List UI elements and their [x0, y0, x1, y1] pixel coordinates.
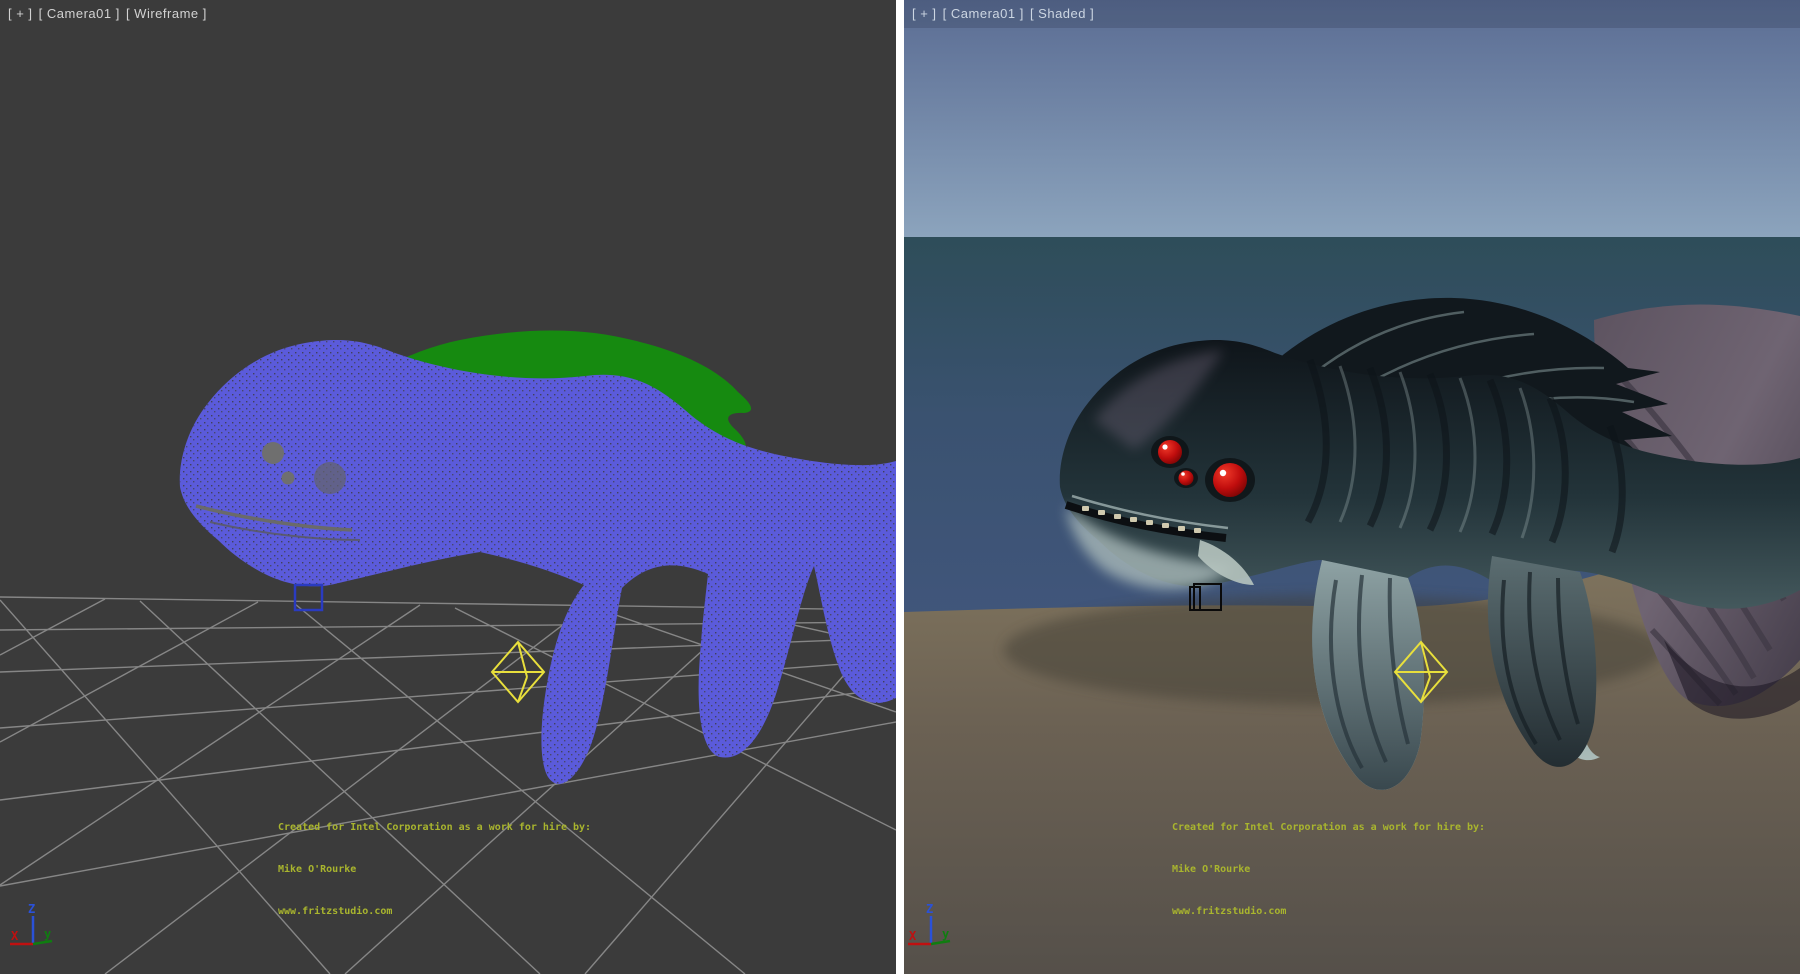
viewport-menu-general-right[interactable]: [ + ] — [912, 6, 937, 21]
wireframe-eye-large — [314, 462, 346, 494]
viewport-menu-camera-left[interactable]: [ Camera01 ] — [39, 6, 120, 21]
credit-line2-right: Mike O'Rourke — [1172, 863, 1485, 877]
axis-tripod-left: Z X y — [10, 902, 52, 944]
helper-box-left[interactable] — [295, 585, 322, 610]
credit-line3-right: www.fritzstudio.com — [1172, 905, 1485, 919]
viewport-menu-shading-left[interactable]: [ Wireframe ] — [126, 6, 207, 21]
axis-x-label-left: X — [11, 929, 19, 943]
axis-y-label-left: y — [44, 927, 51, 941]
credit-line1-left: Created for Intel Corporation as a work … — [278, 821, 591, 835]
credit-line1-right: Created for Intel Corporation as a work … — [1172, 821, 1485, 835]
credit-line2-left: Mike O'Rourke — [278, 863, 591, 877]
credit-text-right: Created for Intel Corporation as a work … — [1172, 793, 1485, 947]
viewport-menu-general-left[interactable]: [ + ] — [8, 6, 33, 21]
credit-line3-left: www.fritzstudio.com — [278, 905, 591, 919]
wireframe-eye-medium — [262, 442, 284, 464]
viewport-label-right: [ + ] [ Camera01 ] [ Shaded ] — [912, 6, 1096, 21]
viewport-splitter[interactable] — [896, 0, 904, 974]
fish-eye-medium — [1158, 440, 1182, 464]
viewport-shaded[interactable]: [ + ] [ Camera01 ] [ Shaded ] — [904, 0, 1800, 974]
wireframe-eye-small — [282, 472, 295, 485]
sky — [904, 0, 1800, 238]
viewport-menu-camera-right[interactable]: [ Camera01 ] — [943, 6, 1024, 21]
fish-eye-small — [1179, 471, 1194, 486]
max-dual-viewport: [ + ] [ Camera01 ] [ Wireframe ] — [0, 0, 1800, 978]
credit-text-left: Created for Intel Corporation as a work … — [278, 793, 591, 947]
viewport-label-left: [ + ] [ Camera01 ] [ Wireframe ] — [8, 6, 209, 21]
axis-z-label-left: Z — [28, 902, 35, 916]
axis-y-label-right: y — [942, 927, 949, 941]
fish-eye-large — [1213, 463, 1247, 497]
axis-x-label-right: X — [909, 929, 917, 943]
viewport-wireframe[interactable]: [ + ] [ Camera01 ] [ Wireframe ] — [0, 0, 896, 974]
window-bottom-border — [0, 974, 1800, 978]
viewport-menu-shading-right[interactable]: [ Shaded ] — [1030, 6, 1094, 21]
axis-z-label-right: Z — [926, 902, 933, 916]
wireframe-fish[interactable] — [180, 340, 896, 784]
